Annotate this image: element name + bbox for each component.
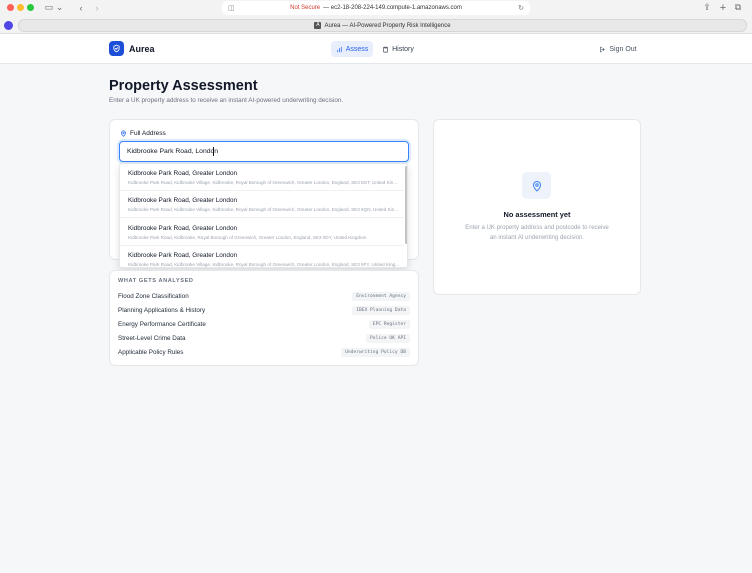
source-badge: Underwriting Policy DB	[341, 348, 410, 357]
sign-out-label: Sign Out	[609, 45, 637, 53]
analysed-row: Flood Zone Classification Environment Ag…	[118, 292, 410, 302]
new-tab-icon[interactable]: +	[718, 1, 728, 14]
analysed-row: Energy Performance Certificate EPC Regis…	[118, 320, 410, 330]
source-badge: Police UK API	[366, 334, 410, 343]
source-badge: EPC Register	[368, 320, 410, 329]
active-tab[interactable]: A Aurea — AI-Powered Property Risk Intel…	[18, 19, 747, 32]
analysed-item-name: Planning Applications & History	[118, 307, 206, 314]
bar-chart-icon	[337, 46, 342, 52]
source-badge: IBEX Planning Data	[352, 306, 410, 315]
minimize-window-button[interactable]	[17, 4, 24, 11]
analysed-row: Street-Level Crime Data Police UK API	[118, 334, 410, 344]
analysed-row: Applicable Policy Rules Underwriting Pol…	[118, 348, 410, 358]
page-title: Property Assessment	[109, 78, 258, 94]
profile-icon[interactable]	[4, 21, 13, 30]
brand-name[interactable]: Aurea	[129, 44, 155, 54]
shield-logo-icon[interactable]	[109, 41, 124, 56]
map-pin-icon	[121, 130, 126, 137]
not-secure-label: Not Secure	[290, 5, 321, 11]
forward-icon[interactable]: ›	[92, 1, 102, 14]
analysed-item-name: Energy Performance Certificate	[118, 321, 206, 328]
tab-overview-icon[interactable]: ⧉	[733, 1, 743, 14]
zoom-window-button[interactable]	[27, 4, 34, 11]
app-header: Aurea Assess History Sign Out	[0, 34, 752, 64]
close-window-button[interactable]	[7, 4, 14, 11]
analysed-item-name: Street-Level Crime Data	[118, 335, 186, 342]
suggestion-item[interactable]: Kidbrooke Park Road, Greater London Kidb…	[120, 164, 404, 191]
suggestion-title: Kidbrooke Park Road, Greater London	[128, 197, 238, 204]
dropdown-scrollbar[interactable]	[405, 166, 407, 244]
sign-out-button[interactable]: Sign Out	[598, 41, 638, 57]
clipboard-icon	[383, 46, 388, 52]
nav-history-label: History	[392, 45, 414, 53]
address-suggestions-dropdown[interactable]: Kidbrooke Park Road, Greater London Kidb…	[119, 163, 408, 268]
source-badge: Environment Agency	[352, 292, 410, 301]
share-icon[interactable]: ⇪	[702, 1, 712, 14]
page-subtitle: Enter a UK property address to receive a…	[109, 97, 344, 104]
suggestion-item[interactable]: Kidbrooke Park Road, Greater London Kidb…	[120, 246, 404, 267]
suggestion-item[interactable]: Kidbrooke Park Road, Greater London Kidb…	[120, 191, 404, 218]
nav-assess-tab[interactable]: Assess	[331, 41, 373, 57]
text-cursor	[213, 147, 214, 156]
suggestion-detail: Kidbrooke Park Road, Kidbrooke Village, …	[128, 180, 400, 185]
nav-history-tab[interactable]: History	[378, 41, 418, 57]
analysed-title: WHAT GETS ANALYSED	[118, 278, 194, 284]
address-input[interactable]	[119, 141, 409, 162]
tab-title: Aurea — AI-Powered Property Risk Intelli…	[324, 22, 451, 29]
map-pin-icon	[522, 172, 551, 199]
back-icon[interactable]: ‹	[76, 1, 86, 14]
reload-icon[interactable]: ↻	[518, 4, 524, 12]
empty-state-title: No assessment yet	[503, 210, 571, 219]
suggestion-detail: Kidbrooke Park Road, Kidbrooke, Royal Bo…	[128, 235, 367, 240]
suggestion-title: Kidbrooke Park Road, Greater London	[128, 170, 238, 177]
sidebar-toggle-icon[interactable]: ▭ ⌄	[43, 1, 65, 14]
suggestion-title: Kidbrooke Park Road, Greater London	[128, 225, 238, 232]
suggestion-detail: Kidbrooke Park Road, Kidbrooke Village, …	[128, 262, 400, 267]
suggestion-detail: Kidbrooke Park Road, Kidbrooke Village, …	[128, 207, 400, 212]
address-label: Full Address	[120, 130, 166, 137]
analysed-item-name: Applicable Policy Rules	[118, 349, 184, 356]
empty-state-description: Enter a UK property address and postcode…	[465, 224, 609, 241]
address-label-text: Full Address	[130, 130, 166, 137]
analysed-item-name: Flood Zone Classification	[118, 293, 189, 300]
nav-assess-label: Assess	[345, 45, 369, 53]
favicon-icon: A	[314, 22, 322, 29]
address-bar[interactable]: ◫ Not Secure — ec2-18-208-224-149.comput…	[222, 1, 530, 15]
page-settings-icon[interactable]: ◫	[228, 4, 235, 12]
logout-icon	[600, 46, 605, 52]
analysed-row: Planning Applications & History IBEX Pla…	[118, 306, 410, 316]
suggestion-title: Kidbrooke Park Road, Greater London	[128, 252, 238, 259]
url-text: — ec2-18-208-224-149.compute-1.amazonaws…	[323, 5, 462, 11]
browser-chrome: ▭ ⌄ ‹ › ◫ Not Secure — ec2-18-208-224-14…	[0, 0, 752, 34]
suggestion-item[interactable]: Kidbrooke Park Road, Greater London Kidb…	[120, 219, 404, 246]
assessment-result-card	[433, 119, 641, 295]
